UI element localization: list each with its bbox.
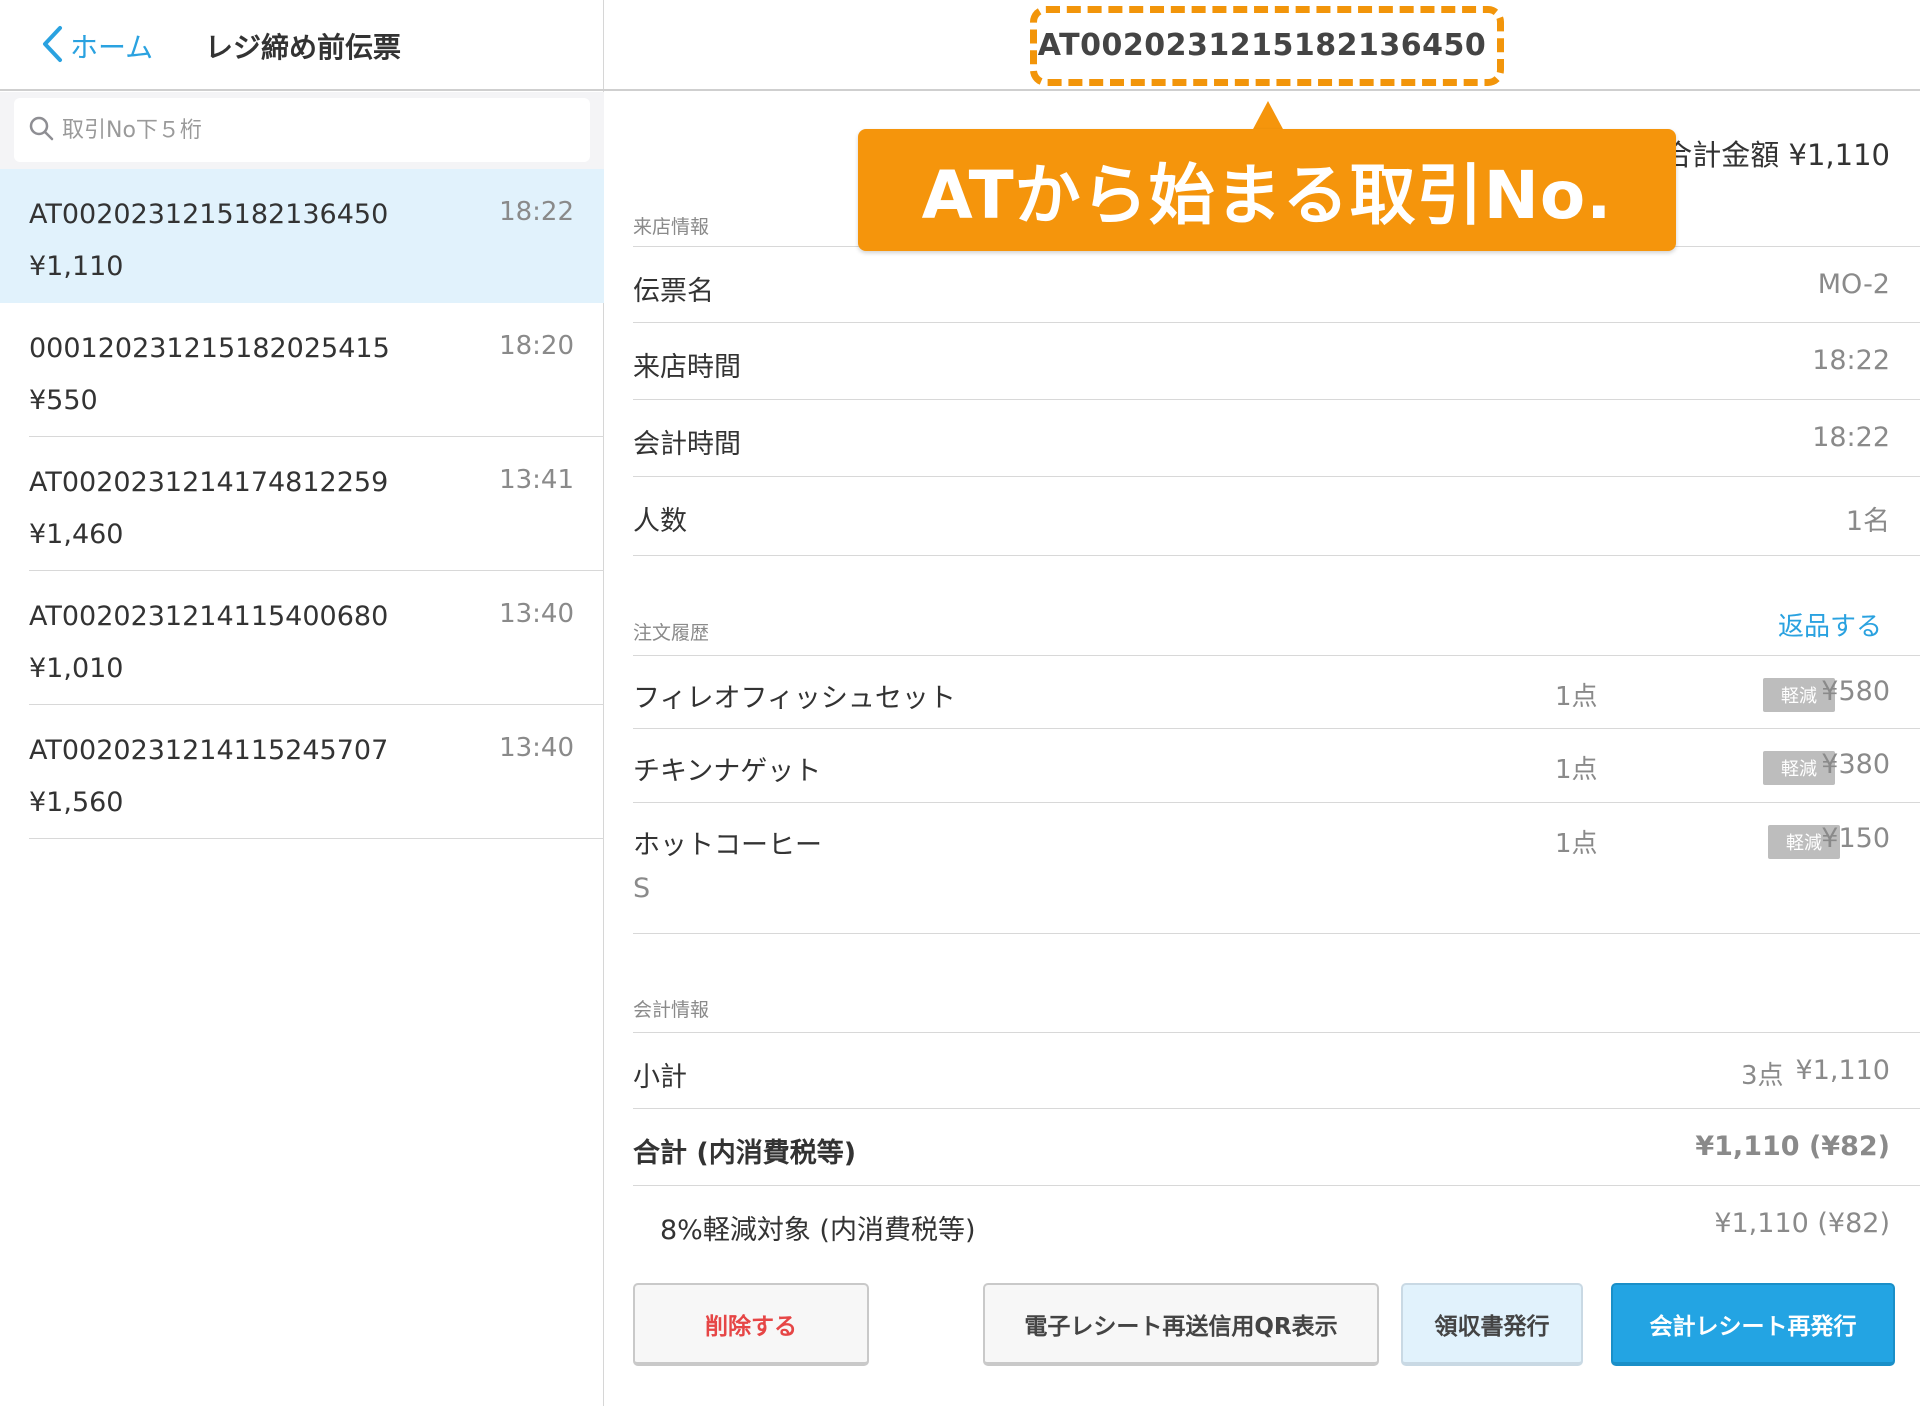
receipt-issue-button[interactable]: 領収書発行 — [1401, 1283, 1583, 1366]
total-row: 合計 (内消費税等) ¥1,110 (¥82) — [633, 1109, 1920, 1186]
reduced-row: 8%軽減対象 (内消費税等) ¥1,110 (¥82) — [633, 1186, 1920, 1263]
transaction-time: 18:20 — [499, 331, 574, 361]
section-label-visit: 来店情報 — [633, 216, 710, 238]
info-row: 伝票名 MO-2 — [633, 246, 1920, 323]
sidebar: ホーム レジ締め前伝票 AT0020231215182136450 ¥1,110… — [0, 0, 604, 1406]
row-label: 伝票名 — [633, 276, 714, 307]
transaction-item[interactable]: 000120231215182025415 ¥550 18:20 — [0, 303, 604, 437]
transaction-time: 13:40 — [499, 733, 574, 763]
transaction-id: 000120231215182025415 — [29, 333, 390, 364]
row-label: 人数 — [633, 506, 687, 537]
order-row: ホットコーヒー S 1点 軽減 ¥150 — [633, 803, 1920, 934]
transaction-amount: ¥1,010 — [29, 653, 124, 684]
callout-text: ATから始まる取引No. — [921, 157, 1613, 234]
chevron-left-icon — [40, 24, 64, 68]
transaction-id: AT0020231214174812259 — [29, 467, 389, 498]
order-qty: 1点 — [1555, 829, 1598, 859]
transaction-time: 18:22 — [499, 197, 574, 227]
transaction-amount: ¥1,560 — [29, 787, 124, 818]
order-name: チキンナゲット — [633, 756, 822, 787]
transaction-amount: ¥550 — [29, 385, 98, 416]
qr-display-button[interactable]: 電子レシート再送信用QR表示 — [983, 1283, 1379, 1366]
row-value: 1名 — [1845, 506, 1890, 537]
order-option: S — [633, 873, 651, 904]
order-price: ¥580 — [1821, 676, 1890, 707]
row-value: 18:22 — [1812, 345, 1890, 376]
order-row: フィレオフィッシュセット 1点 軽減 ¥580 — [633, 655, 1920, 729]
transaction-item[interactable]: AT0020231215182136450 ¥1,110 18:22 — [0, 169, 604, 303]
divider — [29, 838, 604, 839]
order-price: ¥150 — [1821, 823, 1890, 854]
order-qty: 1点 — [1555, 682, 1598, 712]
back-label: ホーム — [70, 31, 154, 64]
order-name: フィレオフィッシュセット — [633, 683, 956, 714]
return-link[interactable]: 返品する — [1778, 606, 1882, 643]
transaction-item[interactable]: AT0020231214174812259 ¥1,460 13:41 — [0, 437, 604, 571]
search-bar — [0, 92, 604, 169]
subtotal-value: ¥1,110 — [1795, 1055, 1890, 1086]
order-row: チキンナゲット 1点 軽減 ¥380 — [633, 729, 1920, 803]
row-value: MO-2 — [1817, 269, 1890, 300]
transaction-list: AT0020231215182136450 ¥1,110 18:22 00012… — [0, 169, 604, 839]
delete-button[interactable]: 削除する — [633, 1283, 869, 1366]
sidebar-header: ホーム レジ締め前伝票 — [0, 0, 604, 91]
order-price: ¥380 — [1821, 749, 1890, 780]
total-label: 合計 (内消費税等) — [633, 1138, 857, 1169]
transaction-item[interactable]: AT0020231214115245707 ¥1,560 13:40 — [0, 705, 604, 839]
reduced-label: 8%軽減対象 (内消費税等) — [660, 1215, 976, 1246]
transaction-id: AT0020231214115245707 — [29, 735, 389, 766]
row-value: 18:22 — [1812, 422, 1890, 453]
reissue-receipt-button[interactable]: 会計レシート再発行 — [1611, 1283, 1895, 1366]
section-label-orders: 注文履歴 — [633, 622, 710, 644]
section-label-payment: 会計情報 — [633, 999, 710, 1021]
transaction-amount: ¥1,110 — [29, 251, 124, 282]
subtotal-qty: 3点 — [1741, 1061, 1784, 1091]
total-amount: 合計金額 ¥1,110 — [1663, 138, 1890, 172]
search-box[interactable] — [14, 98, 590, 162]
callout-annotation: ATから始まる取引No. — [858, 129, 1676, 251]
transaction-item[interactable]: AT0020231214115400680 ¥1,010 13:40 — [0, 571, 604, 705]
info-row: 人数 1名 — [633, 477, 1920, 556]
info-row: 会計時間 18:22 — [633, 400, 1920, 477]
search-input[interactable] — [62, 117, 542, 143]
search-icon — [28, 115, 54, 145]
back-button[interactable]: ホーム — [40, 22, 153, 70]
total-value: ¥1,110 (¥82) — [1695, 1131, 1890, 1162]
sidebar-title: レジ締め前伝票 — [205, 31, 402, 64]
callout-arrow — [1252, 101, 1284, 131]
order-qty: 1点 — [1555, 755, 1598, 785]
transaction-time: 13:40 — [499, 599, 574, 629]
row-label: 来店時間 — [633, 352, 741, 383]
transaction-id: AT0020231215182136450 — [29, 199, 389, 230]
order-name: ホットコーヒー — [633, 830, 822, 861]
subtotal-label: 小計 — [633, 1062, 687, 1093]
info-row: 来店時間 18:22 — [633, 323, 1920, 400]
reduced-value: ¥1,110 (¥82) — [1714, 1208, 1890, 1239]
highlight-box — [1030, 6, 1504, 86]
subtotal-row: 小計 3点 ¥1,110 — [633, 1032, 1920, 1109]
transaction-id: AT0020231214115400680 — [29, 601, 389, 632]
transaction-time: 13:41 — [499, 465, 574, 495]
row-label: 会計時間 — [633, 429, 741, 460]
transaction-amount: ¥1,460 — [29, 519, 124, 550]
